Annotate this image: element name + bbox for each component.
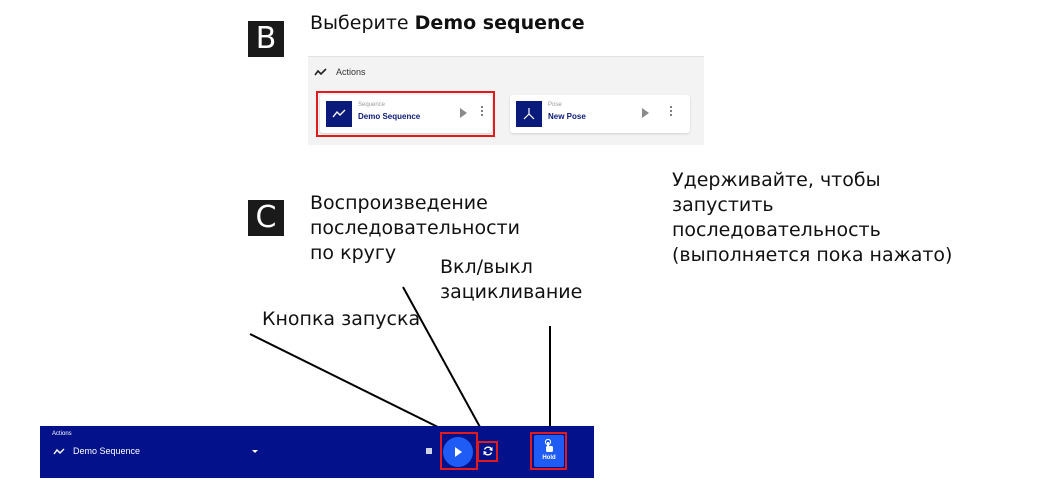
highlight-box-loop — [477, 441, 498, 462]
sequence-control-bar: Actions Demo Sequence Hold — [40, 426, 594, 478]
leader-line-start — [249, 333, 453, 435]
trend-line-icon — [53, 448, 65, 455]
bar-actions-label: Actions — [52, 431, 72, 437]
highlight-box-play — [440, 432, 478, 470]
callout-leader-lines — [249, 286, 551, 439]
sequence-select[interactable]: Demo Sequence — [73, 446, 140, 456]
stop-button[interactable] — [426, 448, 432, 454]
chevron-down-icon[interactable] — [252, 450, 258, 453]
highlight-box-hold — [530, 432, 567, 470]
